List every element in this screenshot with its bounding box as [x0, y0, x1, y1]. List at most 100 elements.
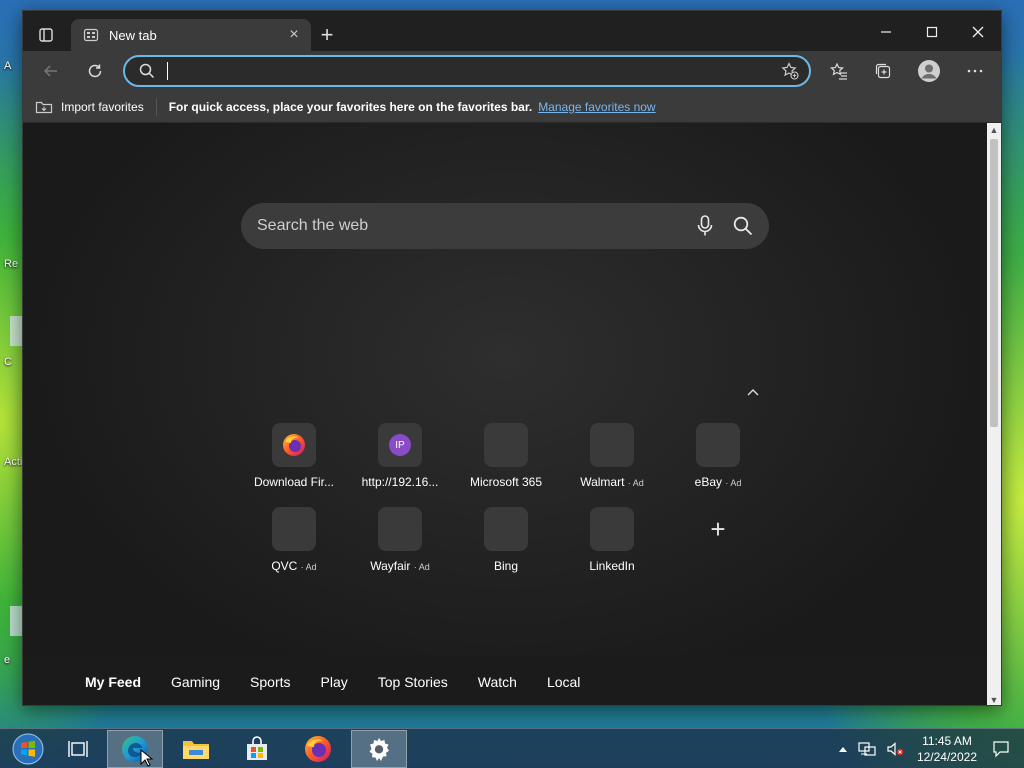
settings-menu-button[interactable] [959, 57, 991, 85]
taskbar-edge-button[interactable] [107, 730, 163, 768]
tab-my-feed[interactable]: My Feed [85, 674, 141, 690]
show-hidden-icons-chevron-up-icon[interactable] [838, 745, 848, 753]
search-icon[interactable] [733, 216, 753, 236]
web-search-box[interactable] [241, 203, 769, 249]
volume-muted-icon[interactable] [886, 741, 904, 757]
scroll-down-arrow-icon[interactable]: ▼ [987, 693, 1001, 705]
desktop-icon-label: C [4, 356, 12, 368]
minimize-icon [881, 31, 891, 33]
firefox-icon [283, 434, 305, 456]
desktop-icon-label: e [4, 654, 11, 666]
new-tab-page: Download Fir... IP http://192.16... Micr… [23, 123, 989, 705]
tile-icon-box [272, 423, 316, 467]
web-search-input[interactable] [257, 217, 677, 235]
maximize-button[interactable] [909, 17, 955, 47]
tab-sports[interactable]: Sports [250, 674, 290, 690]
feed-navigation: My Feed Gaming Sports Play Top Stories W… [23, 657, 989, 705]
maximize-icon [926, 26, 938, 38]
back-button[interactable] [35, 57, 67, 85]
tile-label: eBay · Ad [694, 475, 742, 489]
taskbar-store-button[interactable] [229, 730, 285, 768]
tile-label: http://192.16... [361, 475, 439, 489]
tab-new-tab[interactable]: New tab × [71, 19, 311, 51]
quick-link-tile[interactable]: Bing [453, 507, 559, 573]
tab-actions-icon [39, 28, 53, 42]
quick-link-tile[interactable]: Download Fir... [241, 423, 347, 489]
close-tab-icon[interactable]: × [285, 26, 303, 44]
taskbar-settings-button[interactable] [351, 730, 407, 768]
tab-local[interactable]: Local [547, 674, 580, 690]
tile-label: LinkedIn [589, 559, 635, 573]
quick-link-tile[interactable]: Wayfair · Ad [347, 507, 453, 573]
navigation-toolbar [23, 51, 1001, 91]
taskbar-file-explorer-button[interactable] [168, 730, 224, 768]
quick-links-grid: Download Fir... IP http://192.16... Micr… [241, 423, 781, 573]
start-button[interactable] [0, 730, 56, 768]
search-icon [139, 63, 155, 79]
tile-icon-box [272, 507, 316, 551]
desktop-icon-label: A [4, 60, 12, 72]
import-favorites-label: Import favorites [61, 99, 144, 114]
task-view-button[interactable] [50, 730, 106, 768]
tab-watch[interactable]: Watch [478, 674, 517, 690]
desktop-icon-label: Acti [4, 456, 23, 468]
avatar-icon [918, 60, 940, 82]
tile-icon-box [696, 423, 740, 467]
tab-title: New tab [109, 27, 157, 43]
gear-icon [369, 738, 389, 761]
store-bag-icon [247, 736, 267, 760]
quick-link-tile[interactable]: Walmart · Ad [559, 423, 665, 489]
tab-play[interactable]: Play [321, 674, 348, 690]
firefox-icon [305, 736, 331, 762]
minimize-button[interactable] [863, 17, 909, 47]
tile-icon-box: IP [378, 423, 422, 467]
clock[interactable]: 11:45 AM 12/24/2022 [917, 733, 977, 765]
tile-icon-box [590, 423, 634, 467]
address-bar[interactable] [123, 55, 811, 87]
add-quick-link-tile[interactable]: + [665, 507, 771, 573]
tab-gaming[interactable]: Gaming [171, 674, 220, 690]
favorites-bar-message: For quick access, place your favorites h… [168, 99, 533, 114]
favorites-icon [830, 62, 847, 80]
tile-label: Wayfair · Ad [370, 559, 430, 573]
tab-actions-button[interactable] [31, 21, 61, 49]
import-folder-icon [35, 99, 53, 115]
address-input[interactable] [168, 63, 781, 79]
network-icon[interactable] [858, 741, 876, 757]
quick-link-tile[interactable]: eBay · Ad [665, 423, 771, 489]
close-window-button[interactable] [955, 17, 1001, 47]
tab-top-stories[interactable]: Top Stories [378, 674, 448, 690]
favorites-divider [155, 97, 157, 116]
manage-favorites-link[interactable]: Manage favorites now [538, 100, 655, 114]
folder-icon [183, 741, 209, 759]
tile-icon-box [484, 423, 528, 467]
windows-start-icon [12, 733, 44, 765]
tile-label: Bing [493, 559, 519, 573]
tile-label: QVC · Ad [271, 559, 317, 573]
tile-label: Walmart · Ad [580, 475, 644, 489]
taskbar-firefox-button[interactable] [290, 730, 346, 768]
desktop-icon-label: Re [4, 258, 19, 270]
quick-link-tile[interactable]: Microsoft 365 [453, 423, 559, 489]
profile-button[interactable] [913, 57, 945, 85]
title-bar: New tab × + [23, 11, 1001, 51]
import-favorites-button[interactable]: Import favorites [35, 99, 144, 115]
quick-link-tile[interactable]: LinkedIn [559, 507, 665, 573]
new-tab-button[interactable]: + [315, 22, 339, 47]
microphone-icon[interactable] [697, 215, 713, 237]
collections-button[interactable] [867, 57, 899, 85]
notifications-icon[interactable] [992, 740, 1010, 758]
scroll-up-arrow-icon[interactable]: ▲ [987, 123, 1001, 137]
scrollbar-thumb[interactable] [990, 139, 998, 427]
refresh-button[interactable] [79, 57, 111, 85]
collections-icon [875, 63, 891, 79]
tile-icon-box [378, 507, 422, 551]
collapse-quick-links-button[interactable] [743, 385, 763, 399]
favorites-button[interactable] [823, 57, 855, 85]
quick-link-tile[interactable]: QVC · Ad [241, 507, 347, 573]
mouse-cursor-icon [140, 749, 154, 767]
tile-icon-box [590, 507, 634, 551]
vertical-scrollbar[interactable]: ▲ ▼ [987, 123, 1001, 705]
add-favorite-icon[interactable] [781, 62, 799, 80]
quick-link-tile[interactable]: IP http://192.16... [347, 423, 453, 489]
